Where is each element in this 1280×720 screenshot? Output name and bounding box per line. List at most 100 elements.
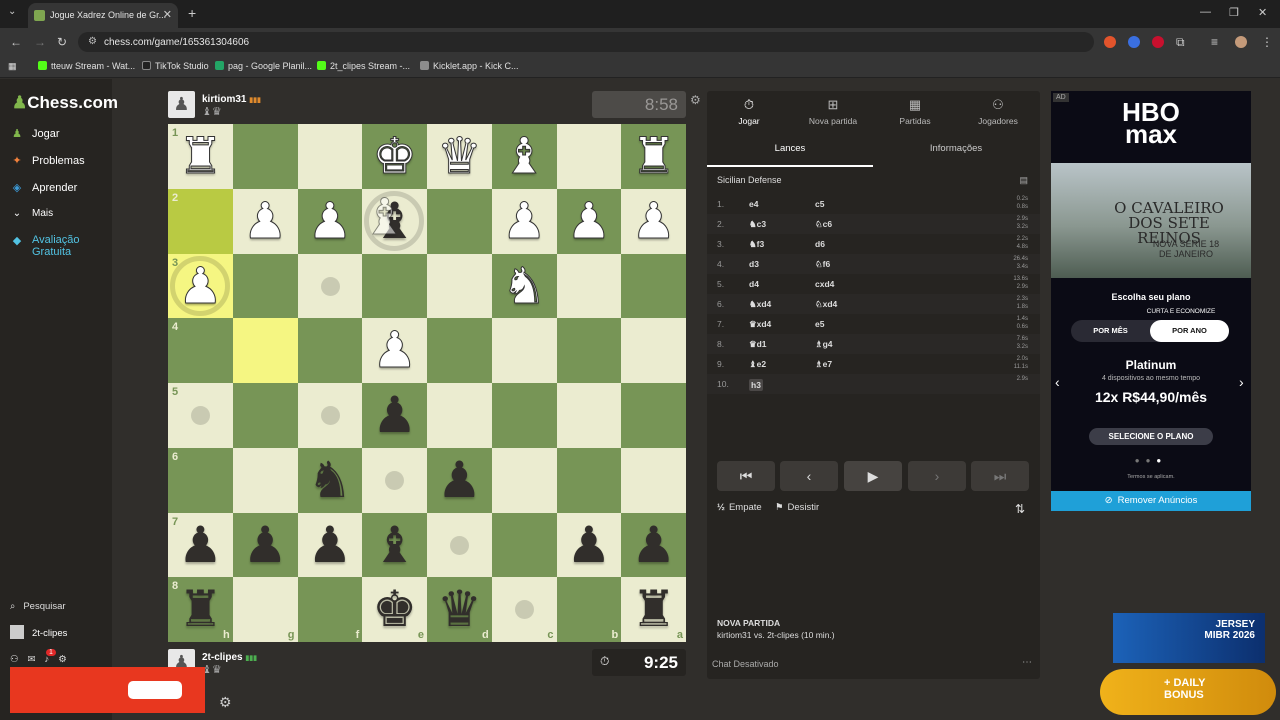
white-pawn-icon[interactable]: ♟ — [233, 189, 298, 254]
board-square[interactable] — [362, 447, 427, 513]
board-square[interactable]: ♞ — [297, 447, 363, 513]
tab-list-icon[interactable]: ⌄ — [8, 6, 16, 17]
black-move[interactable]: ♘c6 — [815, 219, 832, 230]
legal-move-dot[interactable] — [320, 406, 340, 425]
white-pawn-icon[interactable]: ♟ — [492, 189, 557, 254]
board-square[interactable]: g — [232, 577, 298, 642]
browser-menu-icon[interactable]: ⋮ — [1261, 35, 1273, 49]
board-square[interactable]: e ♚ — [362, 577, 427, 642]
board-square[interactable] — [621, 383, 686, 448]
white-move[interactable]: ♞f3 — [749, 239, 764, 250]
toggle-monthly[interactable]: POR MÊS — [1071, 320, 1150, 342]
board-square[interactable] — [427, 383, 492, 448]
tab-close-icon[interactable]: ✕ — [163, 8, 172, 21]
black-rook-icon[interactable]: ♜ — [621, 577, 686, 642]
reload-icon[interactable]: ↻ — [57, 35, 67, 49]
black-pawn-icon[interactable]: ♟ — [557, 513, 622, 578]
board-square[interactable]: ♟ — [297, 512, 363, 578]
black-pawn-icon[interactable]: ♟ — [298, 513, 363, 578]
white-bishop-icon[interactable]: ♝ — [492, 124, 557, 189]
black-queen-icon[interactable]: ♛ — [427, 577, 492, 642]
settings-icon[interactable]: ⚙ — [219, 694, 232, 711]
maximize-icon[interactable]: ❐ — [1229, 6, 1239, 19]
board-settings-icon[interactable]: ⚙ — [690, 93, 701, 107]
back-icon[interactable]: ← — [10, 35, 22, 49]
board-square[interactable] — [297, 383, 363, 448]
subtab-lances[interactable]: Lances — [707, 141, 873, 167]
next-move-button[interactable]: › — [908, 461, 966, 491]
white-move[interactable]: ♛d1 — [749, 339, 767, 350]
mail-icon[interactable]: ✉ — [28, 654, 45, 665]
board-square[interactable] — [491, 383, 557, 448]
carousel-prev-icon[interactable]: ‹ — [1055, 374, 1060, 390]
url-field[interactable]: ⚙ chess.com/game/165361304606 — [78, 32, 1094, 52]
board-square[interactable]: ♟ — [427, 447, 492, 513]
board-square[interactable]: 6 — [168, 447, 233, 513]
subtab-informacoes[interactable]: Informações — [873, 141, 1039, 167]
board-square[interactable] — [621, 318, 686, 383]
sidebar-item-aprender[interactable]: ◈ Aprender — [10, 181, 78, 194]
remove-ads-button[interactable]: ⊘ Remover Anúncios — [1051, 491, 1251, 511]
white-pawn-icon[interactable]: ♟ — [168, 254, 233, 319]
white-move[interactable]: e4 — [749, 199, 758, 209]
search-button[interactable]: ⌕ Pesquisar — [10, 601, 66, 612]
board-square[interactable]: ♝ — [362, 512, 427, 578]
bookmark-item[interactable]: pag - Google Planil... — [215, 61, 312, 71]
board-square[interactable] — [556, 124, 622, 189]
board-square[interactable]: ♟ — [556, 188, 622, 254]
board-square[interactable] — [491, 318, 557, 383]
black-move[interactable]: c5 — [815, 199, 824, 209]
white-rook-icon[interactable]: ♜ — [168, 124, 233, 189]
board-square[interactable]: 2 — [168, 188, 233, 254]
carousel-next-icon[interactable]: › — [1239, 374, 1244, 390]
board-square[interactable] — [427, 512, 492, 578]
black-pawn-icon[interactable]: ♟ — [168, 513, 233, 578]
board-square[interactable] — [297, 124, 363, 189]
white-pawn-icon[interactable]: ♟ — [621, 189, 686, 254]
first-move-button[interactable]: ⏮ — [717, 461, 775, 491]
bookmark-item[interactable]: Kicklet.app - Kick C... — [420, 61, 519, 71]
board-square[interactable]: ♟ — [491, 188, 557, 254]
black-move[interactable]: e5 — [815, 319, 824, 329]
extension-icon[interactable] — [1104, 36, 1116, 48]
billing-toggle[interactable]: POR MÊS POR ANO — [1071, 320, 1229, 342]
board-square[interactable] — [427, 318, 492, 383]
board-square[interactable] — [621, 447, 686, 513]
board-square[interactable]: ♟ — [362, 318, 427, 383]
black-pawn-icon[interactable]: ♟ — [362, 383, 427, 448]
reading-list-icon[interactable]: ≡ — [1211, 35, 1218, 49]
legal-move-dot[interactable] — [385, 470, 405, 490]
tab-jogar[interactable]: ⏱ Jogar — [707, 97, 791, 126]
board-square[interactable] — [297, 253, 363, 319]
board-square[interactable] — [491, 447, 557, 513]
black-knight-icon[interactable]: ♞ — [298, 448, 363, 513]
board-square[interactable]: ♞ — [491, 253, 557, 319]
white-rook-icon[interactable]: ♜ — [621, 124, 686, 189]
white-move[interactable]: d3 — [749, 259, 759, 269]
minimize-icon[interactable]: — — [1200, 6, 1211, 18]
white-knight-icon[interactable]: ♞ — [492, 254, 557, 319]
black-move[interactable]: ♗g4 — [815, 339, 833, 350]
board-square[interactable] — [621, 253, 686, 319]
white-move[interactable]: d4 — [749, 279, 759, 289]
extensions-puzzle-icon[interactable]: ⧉ — [1176, 35, 1185, 50]
board-square[interactable]: ♜ — [621, 124, 686, 189]
board-square[interactable]: ♟ — [232, 188, 298, 254]
black-rook-icon[interactable]: ♜ — [168, 577, 233, 642]
board-square[interactable]: b — [556, 577, 622, 642]
sidebar-item-avaliacao[interactable]: ◆ Avaliação Gratuita — [10, 234, 100, 258]
white-king-icon[interactable]: ♚ — [362, 124, 427, 189]
white-move[interactable]: ♞xd4 — [749, 299, 771, 310]
white-move[interactable]: h3 — [749, 379, 763, 391]
board-square[interactable]: ♚ — [362, 124, 427, 189]
board-square[interactable] — [297, 318, 363, 383]
black-move[interactable]: cxd4 — [815, 279, 834, 289]
legal-move-dot[interactable] — [450, 535, 469, 555]
chess-logo[interactable]: ♟Chess.com — [12, 93, 118, 113]
site-info-icon[interactable]: ⚙ — [88, 36, 97, 47]
black-move[interactable]: ♘xd4 — [815, 299, 837, 310]
legal-move-dot[interactable] — [514, 600, 534, 620]
board-square[interactable] — [427, 253, 492, 319]
new-tab-icon[interactable]: + — [188, 5, 196, 21]
black-pawn-icon[interactable]: ♟ — [233, 513, 298, 578]
